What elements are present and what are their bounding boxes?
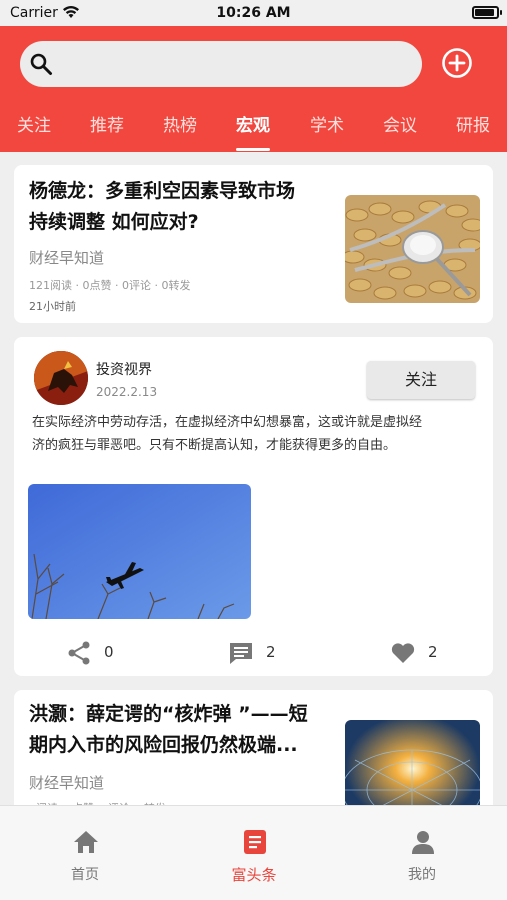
comment-button[interactable]: 2: [228, 638, 298, 668]
search-icon: [30, 53, 52, 75]
share-icon: [68, 641, 90, 665]
article-source: 财经早知道: [29, 249, 105, 267]
nav-profile[interactable]: 我的: [382, 826, 462, 886]
news-icon: [244, 830, 266, 854]
top-header: 关注 推荐 热榜 宏观 学术 会议 研报: [0, 26, 507, 152]
post-date: 2022.2.13: [96, 385, 158, 399]
tab-xueshu[interactable]: 学术: [297, 111, 357, 136]
home-icon: [74, 831, 98, 853]
add-circle-icon[interactable]: [441, 47, 473, 79]
nav-home[interactable]: 首页: [45, 826, 125, 886]
article-card[interactable]: 杨德龙：多重利空因素导致市场 持续调整 如何应对? 财经早知道 121阅读 · …: [14, 165, 493, 323]
active-tab-indicator: [236, 148, 270, 151]
tab-hongguan[interactable]: 宏观: [223, 111, 283, 136]
author-avatar[interactable]: [34, 351, 88, 405]
post-image-airplane[interactable]: [28, 484, 251, 619]
article-stats: 121阅读 · 0点赞 · 0评论 · 0转发: [29, 279, 191, 292]
heart-icon: [391, 643, 415, 663]
post-text: 在实际经济中劳动存活，在虚拟经济中幻想暴富，这或许就是虚拟经 济的疯狂与罪恶吧。…: [32, 415, 423, 453]
article-title: 洪灏：薛定谔的“核炸弹 ”——短 期内入市的风险回报仍然极端...: [29, 703, 308, 756]
like-count: 2: [428, 643, 438, 661]
article-title: 杨德龙：多重利空因素导致市场 持续调整 如何应对?: [29, 180, 296, 233]
article-source: 财经早知道: [29, 774, 105, 792]
search-input[interactable]: [20, 41, 422, 87]
author-name[interactable]: 投资视界: [96, 359, 152, 379]
share-count: 0: [104, 643, 114, 661]
tab-tuijian[interactable]: 推荐: [77, 111, 137, 136]
tab-guanzhu[interactable]: 关注: [4, 111, 64, 136]
comment-count: 2: [266, 643, 276, 661]
tab-yanbao[interactable]: 研报: [443, 111, 503, 136]
person-icon: [412, 831, 434, 854]
status-bar: Carrier 10:26 AM: [0, 0, 507, 26]
article-thumbnail-coins: [345, 195, 480, 303]
tab-huiyi[interactable]: 会议: [370, 111, 430, 136]
clock: 10:26 AM: [216, 5, 291, 21]
comment-icon: [230, 643, 252, 664]
tab-rebang[interactable]: 热榜: [150, 111, 210, 136]
article-time: 21小时前: [29, 300, 76, 313]
category-tabs: 关注 推荐 热榜 宏观 学术 会议 研报: [0, 106, 507, 152]
nav-profile-label: 我的: [408, 867, 436, 883]
share-button[interactable]: 0: [66, 638, 136, 668]
nav-headlines[interactable]: 富头条: [214, 826, 294, 886]
post-card: 投资视界 2022.2.13 关注 在实际经济中劳动存活，在虚拟经济中幻想暴富，…: [14, 337, 493, 676]
follow-button[interactable]: 关注: [367, 361, 475, 399]
battery-icon: [472, 6, 499, 19]
bottom-tab-bar: 首页 富头条 我的: [0, 805, 507, 900]
like-button[interactable]: 2: [390, 638, 460, 668]
nav-home-label: 首页: [71, 867, 99, 883]
nav-headlines-label: 富头条: [231, 866, 277, 884]
